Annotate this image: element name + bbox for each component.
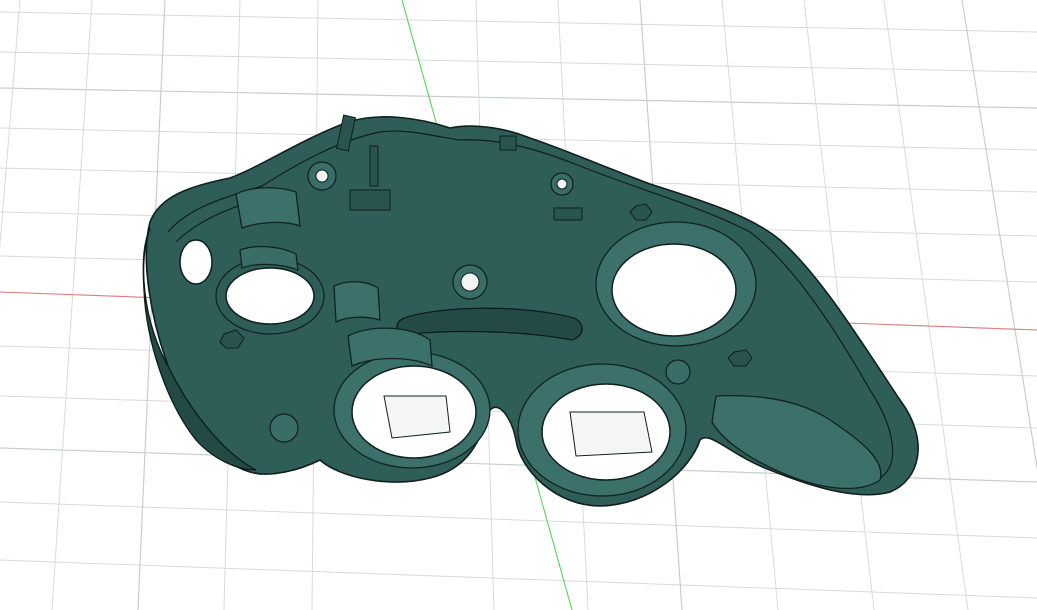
left-stick-opening: [225, 267, 315, 325]
face-button-opening: [611, 243, 737, 337]
viewport-canvas[interactable]: [0, 0, 1037, 610]
3d-viewport[interactable]: [0, 0, 1037, 610]
left-side-opening: [179, 239, 213, 285]
controller-shell-model[interactable]: [142, 114, 919, 507]
